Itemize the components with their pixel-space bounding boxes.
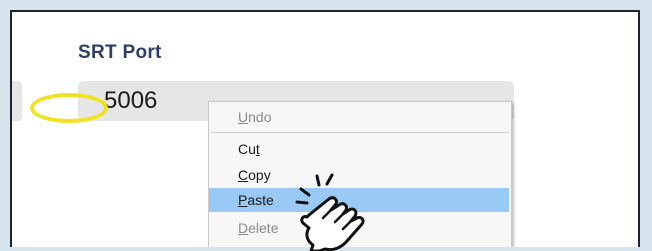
menu-item-undo[interactable]: Undo (209, 104, 509, 130)
menu-separator (211, 132, 509, 133)
paste-highlight-ring (30, 93, 108, 123)
hand-pointer-icon (295, 173, 365, 251)
srt-port-value: 5006 (104, 87, 158, 114)
srt-port-label: SRT Port (78, 42, 162, 63)
menu-item-cut[interactable]: Cut (209, 136, 509, 162)
adjacent-input-field[interactable] (12, 81, 22, 121)
